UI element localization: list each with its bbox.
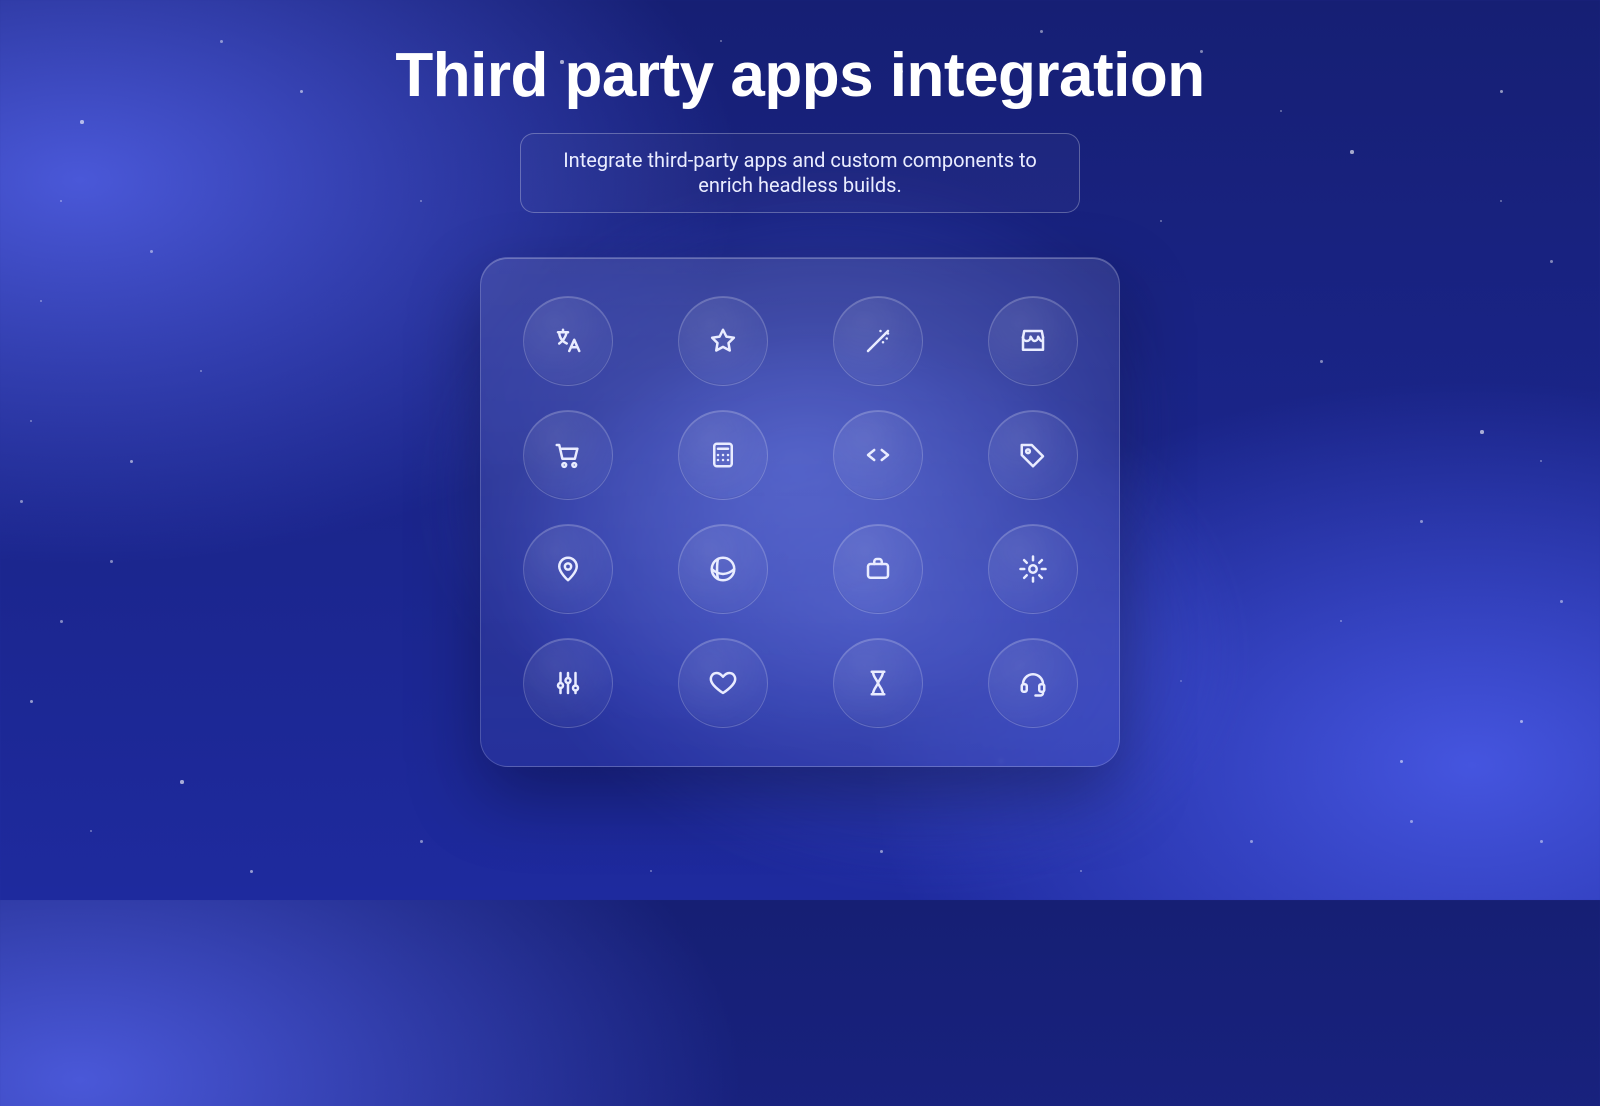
integration-code-button[interactable] bbox=[833, 410, 923, 500]
star-icon bbox=[708, 326, 738, 356]
hourglass-icon bbox=[863, 668, 893, 698]
integration-cart-button[interactable] bbox=[523, 410, 613, 500]
integration-translate-button[interactable] bbox=[523, 296, 613, 386]
storefront-icon bbox=[1018, 326, 1048, 356]
map-pin-icon bbox=[553, 554, 583, 584]
briefcase-icon bbox=[863, 554, 893, 584]
integration-map-pin-button[interactable] bbox=[523, 524, 613, 614]
globe-icon bbox=[708, 554, 738, 584]
integration-magic-wand-button[interactable] bbox=[833, 296, 923, 386]
tag-icon bbox=[1018, 440, 1048, 470]
calculator-icon bbox=[708, 440, 738, 470]
integrations-grid bbox=[480, 257, 1120, 767]
heart-icon bbox=[708, 668, 738, 698]
integration-briefcase-button[interactable] bbox=[833, 524, 923, 614]
integration-hourglass-button[interactable] bbox=[833, 638, 923, 728]
settings-icon bbox=[1018, 554, 1048, 584]
integration-calculator-button[interactable] bbox=[678, 410, 768, 500]
sliders-icon bbox=[553, 668, 583, 698]
integration-star-button[interactable] bbox=[678, 296, 768, 386]
integration-heart-button[interactable] bbox=[678, 638, 768, 728]
page-subtitle: Integrate third-party apps and custom co… bbox=[520, 133, 1080, 213]
translate-icon bbox=[553, 326, 583, 356]
integration-sliders-button[interactable] bbox=[523, 638, 613, 728]
page-title: Third party apps integration bbox=[395, 40, 1204, 111]
integration-settings-button[interactable] bbox=[988, 524, 1078, 614]
integrations-hero: Third party apps integration Integrate t… bbox=[0, 0, 1600, 900]
magic-wand-icon bbox=[863, 326, 893, 356]
integration-headset-button[interactable] bbox=[988, 638, 1078, 728]
cart-icon bbox=[553, 440, 583, 470]
integration-globe-button[interactable] bbox=[678, 524, 768, 614]
integration-storefront-button[interactable] bbox=[988, 296, 1078, 386]
code-icon bbox=[863, 440, 893, 470]
integration-tag-button[interactable] bbox=[988, 410, 1078, 500]
headset-icon bbox=[1018, 668, 1048, 698]
